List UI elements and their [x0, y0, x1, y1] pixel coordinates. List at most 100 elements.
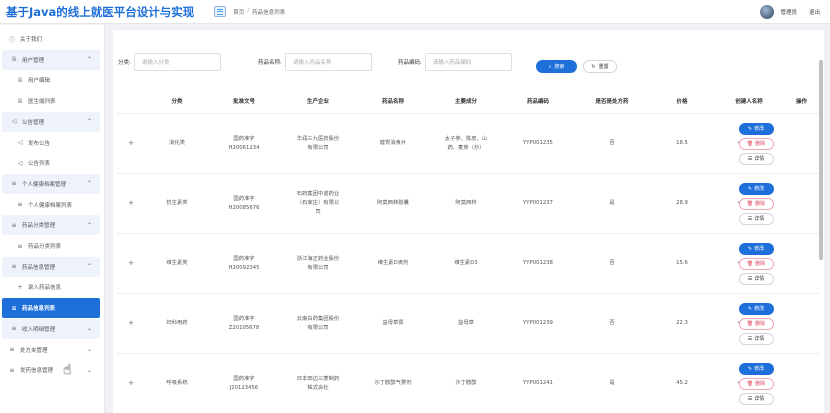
edit-button[interactable]: ✎ 修改: [738, 302, 774, 315]
delete-label: 删除: [755, 141, 766, 147]
detail-button[interactable]: ☰ 详情: [738, 392, 774, 405]
sidebar-item[interactable]: ≡ 药品分类列表: [0, 236, 100, 256]
search-button[interactable]: ⌕ 搜索: [536, 60, 577, 73]
cell-maker: 华润三九医药股份 有限公司: [296, 135, 340, 151]
edit-button[interactable]: ✎ 修改: [738, 182, 774, 195]
delete-button[interactable]: 🗑 删除: [738, 197, 774, 210]
scrollbar[interactable]: [819, 60, 823, 260]
cell-approval: 国药准字 H20061234: [228, 135, 260, 151]
logout-link[interactable]: 退出: [809, 8, 820, 16]
breadcrumb-home[interactable]: 首页: [233, 8, 244, 16]
user-icon: ℝ: [17, 76, 23, 84]
list-icon: ≡: [9, 366, 15, 374]
speaker-icon: ◁: [17, 159, 23, 167]
sidebar-item-label: 药品信息列表: [22, 306, 56, 313]
avatar[interactable]: [760, 5, 775, 19]
trash-icon: 🗑: [746, 380, 754, 387]
cell-approval: 国药准字 H20085676: [228, 195, 260, 211]
detail-button[interactable]: ☰ 详情: [738, 332, 774, 345]
sidebar-item[interactable]: ◁ 公告列表: [0, 153, 100, 173]
sidebar-item[interactable]: ≡ 个人健康档案管理 ⌃: [2, 173, 100, 194]
edit-label: 修改: [754, 366, 765, 372]
chevron-icon: ⌃: [86, 56, 92, 64]
table-row: + 妇科用药 国药准字 Z20105678 云南白药集团股份 有限公司 益母草膏 益母草 Y…: [116, 294, 819, 354]
menu-fold-button[interactable]: [214, 6, 227, 17]
cell-maker: 浙江海正药业股份 有限公司: [296, 255, 340, 271]
cell-maker: 日本田边三菱制药 株式会社: [296, 375, 340, 391]
list-icon: ☰: [747, 155, 753, 162]
edit-icon: ✎: [747, 305, 753, 312]
sidebar-item[interactable]: ≡ 药品信息管理 ⌃: [2, 256, 100, 277]
sidebar-item[interactable]: ◁ 公告管理 ⌃: [2, 111, 100, 132]
edit-icon: ✎: [747, 125, 753, 132]
sidebar-item[interactable]: ℝ 医生端列表: [0, 91, 100, 111]
cell-category: 妇科用药: [166, 320, 188, 326]
sidebar-item-label: 处方夹管理: [20, 347, 48, 354]
category-input[interactable]: 请输入分类: [133, 53, 221, 71]
sidebar-item[interactable]: ≡ 药品信息列表: [2, 298, 100, 319]
table-row: + 呼吸系统 国药准字 J20123456 日本田边三菱制药 株式会社 沙丁胺醇气雾剂 沙…: [116, 354, 819, 413]
expand-icon[interactable]: +: [116, 379, 146, 388]
delete-label: 删除: [755, 261, 766, 267]
code-label: 药品编码:: [398, 60, 422, 66]
sidebar-item[interactable]: ≡ 发药信息管理 ⌄: [0, 360, 100, 380]
cell-code: YYP001237: [523, 200, 553, 206]
sidebar-item-label: 关于我们: [20, 37, 43, 43]
sidebar-item-label: 个人健康档案列表: [28, 202, 73, 209]
sidebar-item-label: 收入明细管理: [22, 326, 56, 333]
sidebar-item-label: 公告管理: [22, 119, 45, 126]
drug-code-input[interactable]: 请输入药品编码: [424, 53, 512, 71]
expand-icon[interactable]: +: [116, 139, 146, 148]
detail-button[interactable]: ☰ 详情: [738, 272, 774, 285]
delete-label: 删除: [755, 201, 766, 207]
user-icon: ℝ: [17, 97, 23, 105]
cell-approval: 国药准字 H20092345: [228, 255, 260, 271]
delete-button[interactable]: 🗑 删除: [738, 377, 774, 390]
sidebar-item[interactable]: ≡ 处方夹管理 ⌄: [0, 340, 100, 360]
cell-name: 阿莫西林胶囊: [377, 200, 409, 206]
edit-button[interactable]: ✎ 修改: [738, 122, 774, 135]
sidebar-item[interactable]: ℝ 用户管理 ⌃: [2, 49, 100, 70]
sidebar-item[interactable]: + 录入药品信息: [0, 277, 100, 297]
delete-label: 删除: [755, 321, 766, 327]
chevron-icon: ⌃: [86, 221, 92, 229]
edit-button[interactable]: ✎ 修改: [738, 242, 774, 255]
sidebar-item[interactable]: ℝ 用户编辑: [0, 70, 100, 90]
sidebar-item[interactable]: ⓘ 关于我们: [0, 29, 100, 49]
edit-button[interactable]: ✎ 修改: [738, 362, 774, 375]
row-actions: ✎ 修改 🗑 删除 ☰ 详情: [736, 122, 776, 165]
sidebar-item-label: 药品分类列表: [28, 244, 62, 250]
cell-code: YYP001235: [523, 140, 553, 146]
table-row: + 抗生素类 国药准字 H20085676 石药集团中诺药业 （石家庄）有限公 司 阿莫…: [116, 174, 819, 234]
detail-button[interactable]: ☰ 详情: [738, 152, 774, 165]
drug-name-input[interactable]: 请输入药品名称: [284, 53, 372, 71]
cell-name: 健胃消食片: [379, 140, 407, 146]
list-icon: ≡: [17, 201, 23, 209]
edit-icon: ✎: [747, 245, 753, 252]
delete-button[interactable]: 🗑 删除: [738, 317, 774, 330]
sidebar-item[interactable]: ◁ 发布公告: [0, 133, 100, 153]
col-header: 价格: [676, 99, 688, 105]
cell-name: 益母草膏: [382, 320, 404, 326]
list-icon: ☰: [747, 215, 753, 222]
cell-code: YYP001238: [523, 260, 553, 266]
cell-category: 消化类: [169, 140, 185, 146]
col-header: 药品编码: [526, 99, 549, 105]
detail-button[interactable]: ☰ 详情: [738, 212, 774, 225]
user-name[interactable]: 管理员: [780, 8, 797, 16]
expand-icon[interactable]: +: [116, 319, 146, 328]
delete-button[interactable]: 🗑 删除: [738, 137, 774, 150]
chevron-icon: ⌃: [86, 118, 92, 126]
reset-button[interactable]: ↻ 重置: [583, 60, 617, 73]
expand-icon[interactable]: +: [116, 259, 146, 268]
search-icon: ⌕: [548, 63, 552, 70]
sidebar-item-label: 药品分类管理: [22, 223, 56, 230]
delete-button[interactable]: 🗑 删除: [738, 257, 774, 270]
expand-icon[interactable]: +: [116, 199, 146, 208]
list-icon: ≡: [11, 304, 17, 312]
sidebar-item-label: 个人健康档案管理: [22, 181, 67, 188]
breadcrumb: 首页 / 药品信息列表: [233, 8, 285, 16]
sidebar-item[interactable]: ≡ 药品分类管理 ⌃: [2, 215, 100, 236]
sidebar-item[interactable]: ≡ 个人健康档案列表: [0, 195, 100, 215]
sidebar-item[interactable]: ≡ 收入明细管理 ⌄: [2, 318, 100, 339]
